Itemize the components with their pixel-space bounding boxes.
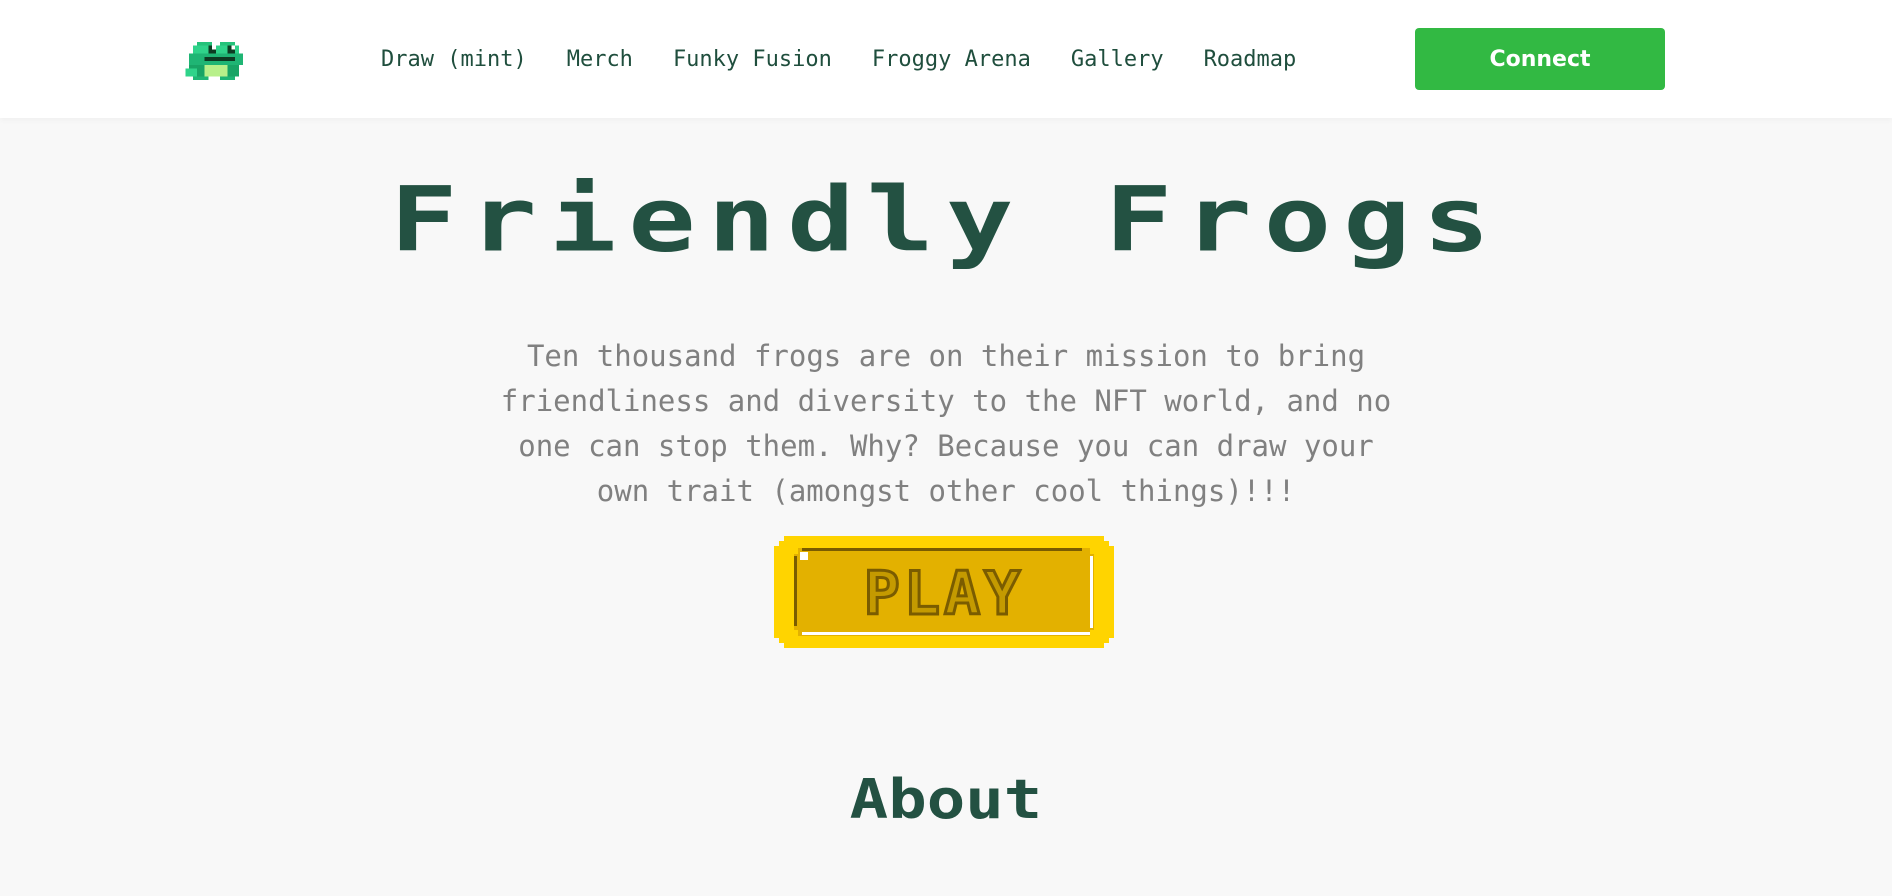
nav-gallery[interactable]: Gallery: [1071, 44, 1164, 76]
connect-button[interactable]: Connect: [1415, 28, 1665, 90]
play-button[interactable]: PLAY: [774, 536, 1114, 648]
play-button-label: PLAY: [864, 559, 1025, 629]
nav-draw-mint[interactable]: Draw (mint): [381, 44, 527, 76]
page-title: Friendly Frogs: [389, 168, 1502, 272]
frog-logo-icon[interactable]: [184, 38, 248, 84]
nav-froggy-arena[interactable]: Froggy Arena: [872, 44, 1031, 76]
main-nav: Draw (mint) Merch Funky Fusion Froggy Ar…: [381, 44, 1336, 76]
hero-description: Ten thousand frogs are on their mission …: [500, 339, 1392, 508]
nav-merch[interactable]: Merch: [567, 44, 633, 76]
nav-roadmap[interactable]: Roadmap: [1204, 44, 1297, 76]
top-navigation-bar: Draw (mint) Merch Funky Fusion Froggy Ar…: [0, 0, 1892, 118]
nav-funky-fusion[interactable]: Funky Fusion: [673, 44, 832, 76]
about-heading: About: [849, 768, 1043, 832]
